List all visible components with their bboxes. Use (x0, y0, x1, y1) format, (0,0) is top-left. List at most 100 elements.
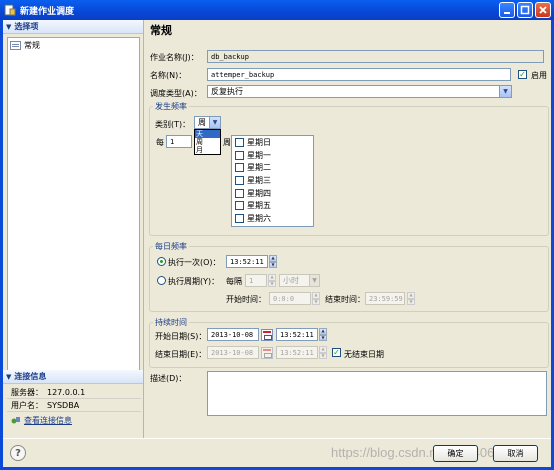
page-icon (10, 41, 21, 50)
every-label: 每 (156, 138, 164, 147)
weekday-checkbox[interactable] (235, 150, 244, 160)
chevron-down-icon: ▼ (6, 22, 12, 31)
maximize-icon (520, 5, 530, 15)
weekday-label: 星期日 (247, 137, 271, 147)
left-panel: ▼ 选择项 常规 ▼ 连接信息 服务器： 127.0.0.1 用户名： SYSD… (3, 20, 144, 438)
every-suffix-label: 周 (223, 138, 231, 147)
select-items-title: 选择项 (14, 22, 39, 31)
chevron-down-icon: ▼ (209, 117, 220, 128)
select-items-header[interactable]: ▼ 选择项 (3, 20, 143, 34)
enabled-label: 启用 (531, 71, 547, 80)
weekday-checkbox[interactable] (235, 138, 244, 147)
app-icon (4, 4, 16, 16)
interval-unit-select[interactable]: 小时 ▼ (279, 274, 320, 287)
category-select[interactable]: 周 ▼ (194, 116, 221, 129)
no-end-date-checkbox[interactable]: ✓ (332, 348, 341, 357)
once-time-field[interactable]: 13:52:11 (226, 255, 268, 268)
weekday-checkbox[interactable] (235, 176, 244, 186)
connection-icon (11, 417, 20, 424)
job-name-field[interactable]: db_backup (207, 50, 544, 63)
category-option[interactable]: 天 (195, 130, 220, 138)
category-label: 类别(T)： (155, 120, 191, 129)
cancel-button[interactable]: 取消 (493, 445, 538, 462)
view-connection-label: 查看连接信息 (24, 415, 72, 425)
weekday-item[interactable]: 星期四 (232, 187, 313, 200)
user-row: 用户名： SYSDBA (7, 399, 141, 412)
category-option[interactable]: 月 (195, 146, 220, 154)
calendar-icon[interactable] (261, 347, 273, 359)
user-value: SYSDBA (47, 400, 80, 410)
close-button[interactable] (535, 2, 551, 18)
weekday-item[interactable]: 星期五 (232, 199, 313, 212)
category-option[interactable]: 周 (195, 138, 220, 146)
nav-item-general[interactable]: 常规 (8, 38, 139, 53)
frequency-group-title: 发生频率 (153, 101, 189, 112)
title-bar: 新建作业调度 (0, 0, 554, 20)
weekday-item[interactable]: 星期一 (232, 149, 313, 162)
end-time-field[interactable]: 23:59:59 (365, 292, 405, 305)
page-title: 常规 (150, 24, 172, 37)
weekday-item[interactable]: 星期三 (232, 174, 313, 187)
connection-info-header[interactable]: ▼ 连接信息 (3, 370, 143, 384)
minimize-icon (504, 12, 510, 14)
help-icon: ? (15, 447, 21, 459)
start-date-time-spinner[interactable]: ▲ ▼ (319, 328, 327, 341)
calendar-icon[interactable] (261, 329, 273, 341)
weekday-label: 星期五 (247, 201, 271, 211)
interval-value-field[interactable]: 1 (245, 274, 267, 287)
maximize-button[interactable] (517, 2, 533, 18)
start-date-field[interactable]: 2013-10-08 (207, 328, 259, 341)
nav-list: 常规 (7, 37, 140, 381)
minimize-button[interactable] (499, 2, 515, 18)
interval-every-label: 每隔 (226, 277, 242, 286)
end-time-spinner[interactable]: ▲ ▼ (407, 292, 415, 305)
schedule-type-select[interactable]: 反复执行 ▼ (207, 85, 512, 98)
category-dropdown: 天 周 月 (194, 129, 221, 155)
name-field[interactable]: attemper_backup (207, 68, 511, 81)
execute-periodic-label: 执行周期(Y)： (168, 277, 220, 286)
start-time-field[interactable]: 0:0:0 (269, 292, 311, 305)
weekday-checkbox[interactable] (235, 201, 244, 211)
connection-info-title: 连接信息 (14, 372, 47, 381)
execute-once-radio[interactable] (157, 257, 166, 266)
help-button[interactable]: ? (10, 445, 26, 461)
job-name-label: 作业名称(J)： (150, 53, 199, 62)
end-date-time-field[interactable]: 13:52:11 (276, 346, 318, 359)
schedule-type-label: 调度类型(A)： (150, 89, 202, 98)
no-end-date-label: 无结束日期 (344, 350, 384, 359)
server-label: 服务器： (11, 387, 43, 397)
once-time-spinner[interactable]: ▲ ▼ (269, 255, 277, 268)
description-label: 描述(D)： (150, 374, 187, 383)
end-date-time-spinner[interactable]: ▲ ▼ (319, 346, 327, 359)
name-label: 名称(N)： (150, 71, 187, 80)
weekday-item[interactable]: 星期日 (232, 136, 313, 149)
end-date-label: 结束日期(E)： (155, 350, 207, 359)
execute-periodic-radio[interactable] (157, 276, 166, 285)
interval-unit-value: 小时 (283, 276, 299, 285)
daily-frequency-group-title: 每日频率 (153, 241, 189, 252)
chevron-down-icon: ▼ (499, 86, 511, 97)
chevron-down-icon: ▼ (6, 372, 12, 381)
description-textarea[interactable] (207, 371, 547, 416)
connection-info: 服务器： 127.0.0.1 用户名： SYSDBA 查看连接信息 (7, 386, 141, 428)
bottom-bar: ? https://blog.csdn.net/qq_40656 确定 取消 (3, 438, 551, 467)
weekday-checkbox[interactable] (235, 163, 244, 173)
duration-group-title: 持续时间 (153, 317, 189, 328)
start-time-spinner[interactable]: ▲ ▼ (312, 292, 320, 305)
end-date-field[interactable]: 2013-10-08 (207, 346, 259, 359)
weekday-checkbox[interactable] (235, 188, 244, 198)
weekday-checkbox[interactable] (235, 214, 244, 224)
interval-spinner[interactable]: ▲ ▼ (268, 274, 276, 287)
weekday-item[interactable]: 星期六 (232, 212, 313, 225)
view-connection-link[interactable]: 查看连接信息 (7, 412, 141, 428)
ok-button[interactable]: 确定 (433, 445, 478, 462)
execute-once-label: 执行一次(O)： (168, 258, 221, 267)
weekday-item[interactable]: 星期二 (232, 161, 313, 174)
every-value-field[interactable]: 1 (166, 135, 192, 148)
weekday-label: 星期一 (247, 150, 271, 160)
start-date-time-field[interactable]: 13:52:11 (276, 328, 318, 341)
dialog-client: ▼ 选择项 常规 ▼ 连接信息 服务器： 127.0.0.1 用户名： SYSD… (3, 20, 551, 467)
start-date-label: 开始日期(S)： (155, 332, 207, 341)
weekday-label: 星期三 (247, 175, 271, 185)
enabled-checkbox[interactable]: ✓ (518, 70, 527, 79)
